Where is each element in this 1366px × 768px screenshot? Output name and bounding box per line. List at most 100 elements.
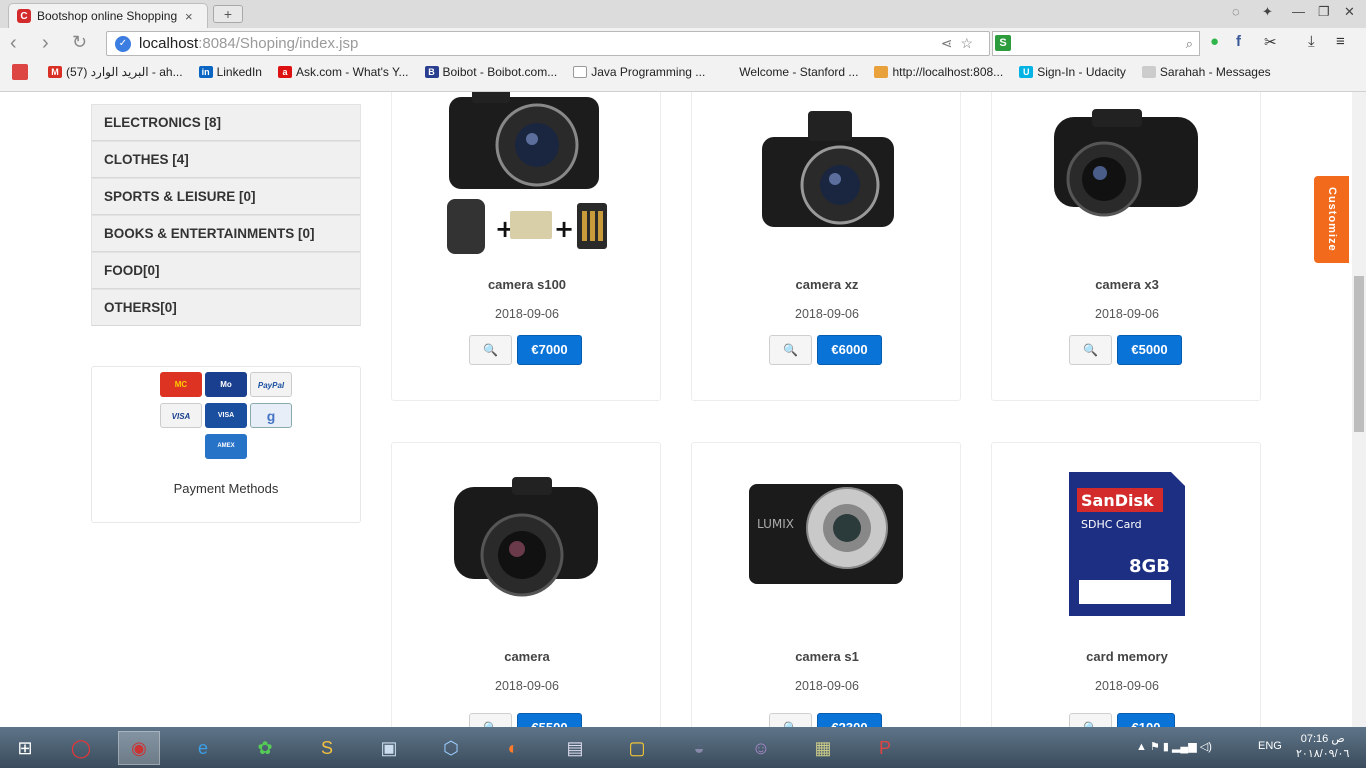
customize-tab[interactable]: Customize [1314,176,1349,263]
powerpoint-icon[interactable]: P [864,731,906,765]
product-image[interactable] [692,107,962,257]
product-date: 2018-09-06 [795,679,859,693]
category-clothes[interactable]: CLOTHES [4] [91,141,361,178]
price-button[interactable]: €2300 [817,713,882,727]
product-date: 2018-09-06 [1095,679,1159,693]
category-books[interactable]: BOOKS & ENTERTAINMENTS [0] [91,215,361,252]
start-icon[interactable]: ⊞ [4,731,46,765]
product-image[interactable]: LUMIX [692,478,962,608]
product-name[interactable]: camera s1 [692,649,962,664]
address-bar[interactable]: ✓ localhost:8084/Shoping/index.jsp ⋖☆ [106,31,990,56]
scrollbar-thumb[interactable] [1354,276,1364,432]
forward-icon[interactable]: › [42,32,49,55]
price-button[interactable]: €7000 [517,335,582,365]
bookmark-sarahah[interactable]: Sarahah - Messages [1141,65,1271,79]
bookmark-ask[interactable]: a Ask.com - What's Y... [277,65,409,79]
search-icon[interactable]: ⌕ [1186,36,1193,52]
virtualbox-icon[interactable]: ⬡ [430,731,472,765]
zoom-button[interactable]: 🔍 [1069,335,1112,365]
facebook-icon[interactable]: f [1236,33,1241,50]
product-name[interactable]: camera x3 [992,277,1262,292]
new-tab-button[interactable]: + [213,5,243,23]
menu-icon[interactable]: ≡ [1336,33,1345,50]
share-star-icon[interactable]: ⋖☆ [941,35,981,52]
tab-close-icon[interactable]: × [185,9,193,24]
browser-app-icon[interactable]: ◉ [118,731,160,765]
amex-icon: AMEX [205,434,247,459]
bookmark-udacity[interactable]: U Sign-In - Udacity [1019,65,1126,79]
bookmark-boibot[interactable]: B Boibot - Boibot.com... [424,65,558,79]
category-electronics[interactable]: ELECTRONICS [8] [91,104,361,141]
zoom-button[interactable]: 🔍 [769,335,812,365]
search-extension-icon: S [995,35,1011,51]
bookmark-localhost[interactable]: http://localhost:808... [874,65,1003,79]
product-image[interactable] [992,107,1262,257]
product-name[interactable]: camera [392,649,662,664]
browser-tab[interactable]: C Bootshop online Shopping × [8,3,208,28]
product-name[interactable]: camera xz [692,277,962,292]
folder-icon[interactable]: ▢ [616,731,658,765]
price-button[interactable]: €6000 [817,335,882,365]
eclipse-icon[interactable]: ◒ [678,731,720,765]
clock[interactable]: 07:16 ص ٢٠١٨/٠٩/٠٦ [1296,732,1349,762]
product-image[interactable]: SanDisk SDHC Card 8GB [992,468,1262,623]
mastercard-icon: MC [160,372,202,397]
product-card: LUMIX camera s1 2018-09-06 🔍 €2300 [691,442,961,727]
svg-text:SDHC Card: SDHC Card [1081,518,1142,531]
bookmark-gmail[interactable]: M (57) البريد الوارد - ah... [48,65,183,79]
zoom-button[interactable]: 🔍 [469,713,512,727]
category-food[interactable]: FOOD[0] [91,252,361,289]
back-icon[interactable]: ‹ [10,32,17,55]
bookmark-label: Boibot - Boibot.com... [442,65,558,79]
remote-desktop-icon[interactable]: ▣ [368,731,410,765]
maximize-icon[interactable]: ❐ [1318,4,1330,20]
sublime-icon[interactable]: S [306,731,348,765]
browser-toolbar: ‹ › ↻ ✓ localhost:8084/Shoping/index.jsp… [0,28,1366,60]
zoom-icon: 🔍 [483,343,498,357]
whatsapp-icon[interactable]: ● [1210,33,1219,50]
minimize-icon[interactable]: — [1292,4,1305,19]
zoom-button[interactable]: 🔍 [1069,713,1112,727]
price-button[interactable]: €5500 [517,713,582,727]
page-scrollbar[interactable] [1352,92,1366,727]
github-icon[interactable]: ☺ [740,731,782,765]
product-card: camera xz 2018-09-06 🔍 €6000 [691,92,961,401]
bookmark-java[interactable]: Java Programming ... [573,65,705,79]
zoom-button[interactable]: 🔍 [469,335,512,365]
link-icon [874,66,889,78]
internet-explorer-icon[interactable]: e [182,731,224,765]
close-window-icon[interactable]: ✕ [1344,4,1355,20]
bookmark-label: Sarahah - Messages [1159,65,1271,79]
product-image[interactable]: + + [392,92,662,262]
product-name[interactable]: card memory [992,649,1262,664]
opera-icon[interactable]: ◯ [60,731,102,765]
apps-icon[interactable] [12,64,32,80]
search-extension-box[interactable]: S ⌕ [992,31,1200,56]
sticky-notes-icon[interactable]: ▦ [802,731,844,765]
bookmark-linkedin[interactable]: in LinkedIn [198,65,262,79]
linkedin-icon: in [198,66,213,78]
secure-icon: ✓ [115,35,131,52]
product-name[interactable]: camera s100 [392,277,662,292]
product-date: 2018-09-06 [495,307,559,321]
category-others[interactable]: OTHERS[0] [91,289,361,326]
tray-icons[interactable]: ▲ ⚑ ▮ ▂▄▆ ◁) [1136,740,1212,753]
category-sports[interactable]: SPORTS & LEISURE [0] [91,178,361,215]
pin-icon[interactable]: ✦ [1262,4,1273,20]
reload-icon[interactable]: ↻ [72,32,87,53]
bookmark-label: Welcome - Stanford ... [739,65,859,79]
price-button[interactable]: €5000 [1117,335,1182,365]
price-button[interactable]: €100 [1117,713,1175,727]
download-icon[interactable]: ⤓ [1308,33,1315,50]
cut-icon[interactable]: ✂ [1264,33,1277,51]
product-image[interactable] [392,473,662,613]
language-indicator[interactable]: ENG [1258,740,1282,752]
bookmark-stanford[interactable]: Welcome - Stanford ... [721,65,858,79]
zoom-button[interactable]: 🔍 [769,713,812,727]
app-icon[interactable]: ✿ [244,731,286,765]
stanford-icon [721,66,735,78]
zoom-icon: 🔍 [783,343,798,357]
notepad-icon[interactable]: ▤ [554,731,596,765]
firefox-icon[interactable]: ◐ [492,731,534,765]
user-icon[interactable]: ◌ [1232,4,1240,19]
